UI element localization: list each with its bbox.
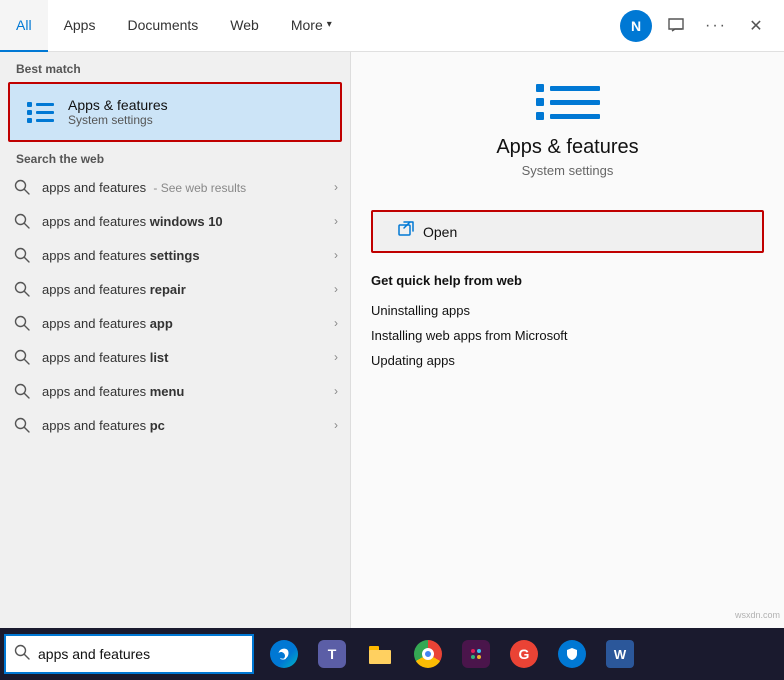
open-button[interactable]: Open (371, 210, 764, 253)
list-item[interactable]: apps and features windows 10 › (0, 204, 350, 238)
chevron-right-icon: › (334, 384, 338, 398)
taskbar-gmail-icon[interactable]: G (502, 632, 546, 676)
taskbar-vpn-icon[interactable] (550, 632, 594, 676)
taskbar-icons: T G (254, 632, 784, 676)
chevron-right-icon: › (334, 214, 338, 228)
tab-web[interactable]: Web (214, 0, 275, 52)
chevron-right-icon: › (334, 316, 338, 330)
feedback-icon[interactable] (660, 10, 692, 42)
taskbar-slack-icon[interactable] (454, 632, 498, 676)
chevron-right-icon: › (334, 282, 338, 296)
web-result-text: apps and features windows 10 (42, 214, 330, 229)
list-item[interactable]: apps and features pc › (0, 408, 350, 442)
taskbar-teams-icon[interactable]: T (310, 632, 354, 676)
chevron-right-icon: › (334, 350, 338, 364)
taskbar-search-icon (14, 644, 30, 665)
best-match-subtitle: System settings (68, 113, 168, 127)
taskbar-files-icon[interactable] (358, 632, 402, 676)
list-item[interactable]: apps and features app › (0, 306, 350, 340)
apps-features-large-icon (536, 84, 600, 120)
right-panel-title: Apps & features (496, 136, 638, 159)
web-result-text: apps and features settings (42, 248, 330, 263)
quick-help-link-updating[interactable]: Updating apps (371, 348, 764, 373)
apps-features-icon (22, 94, 58, 130)
nav-right-controls: N ··· ✕ (620, 10, 784, 42)
taskbar-word-icon[interactable]: W (598, 632, 642, 676)
web-result-text: apps and features pc (42, 418, 330, 433)
list-item[interactable]: apps and features list › (0, 340, 350, 374)
chevron-right-icon: › (334, 180, 338, 194)
search-web-label: Search the web (0, 142, 350, 170)
tab-all[interactable]: All (0, 0, 48, 52)
list-item[interactable]: apps and features repair › (0, 272, 350, 306)
best-match-text: Apps & features System settings (68, 97, 168, 127)
search-icon (12, 245, 32, 265)
list-item[interactable]: apps and features - See web results › (0, 170, 350, 204)
watermark: wsxdn.com (735, 610, 780, 620)
search-icon (12, 415, 32, 435)
left-panel: Best match (0, 52, 350, 628)
list-item[interactable]: apps and features settings › (0, 238, 350, 272)
tab-more[interactable]: More ▾ (275, 0, 348, 52)
user-avatar[interactable]: N (620, 10, 652, 42)
search-panel: All Apps Documents Web More ▾ N (0, 0, 784, 628)
search-icon (12, 177, 32, 197)
chevron-right-icon: › (334, 418, 338, 432)
search-icon (12, 347, 32, 367)
taskbar: apps and features T (0, 628, 784, 680)
tab-apps[interactable]: Apps (48, 0, 112, 52)
right-panel: Apps & features System settings Open Get… (350, 52, 784, 628)
web-result-text: apps and features - See web results (42, 180, 330, 195)
taskbar-search-input[interactable]: apps and features (38, 646, 244, 662)
web-result-text: apps and features app (42, 316, 330, 331)
web-result-text: apps and features repair (42, 282, 330, 297)
nav-bar: All Apps Documents Web More ▾ N (0, 0, 784, 52)
taskbar-search-box[interactable]: apps and features (4, 634, 254, 674)
open-window-icon (397, 220, 415, 243)
more-options-icon[interactable]: ··· (700, 10, 732, 42)
best-match-item[interactable]: Apps & features System settings (8, 82, 342, 142)
open-button-label: Open (423, 224, 457, 240)
right-panel-subtitle: System settings (522, 163, 614, 178)
search-icon (12, 211, 32, 231)
web-result-text: apps and features menu (42, 384, 330, 399)
search-icon (12, 279, 32, 299)
best-match-label: Best match (0, 52, 350, 82)
taskbar-edge-icon[interactable] (262, 632, 306, 676)
tab-documents[interactable]: Documents (111, 0, 214, 52)
search-icon (12, 313, 32, 333)
more-chevron-icon: ▾ (327, 19, 332, 30)
web-result-text: apps and features list (42, 350, 330, 365)
quick-help-link-uninstall[interactable]: Uninstalling apps (371, 298, 764, 323)
search-icon (12, 381, 32, 401)
list-item[interactable]: apps and features menu › (0, 374, 350, 408)
close-icon[interactable]: ✕ (740, 10, 772, 42)
quick-help-link-install-web[interactable]: Installing web apps from Microsoft (371, 323, 764, 348)
quick-help-section: Get quick help from web Uninstalling app… (351, 253, 784, 373)
taskbar-chrome-icon[interactable] (406, 632, 450, 676)
right-top: Apps & features System settings (351, 52, 784, 210)
chevron-right-icon: › (334, 248, 338, 262)
quick-help-title: Get quick help from web (371, 273, 764, 288)
best-match-title: Apps & features (68, 97, 168, 113)
content-area: Best match (0, 52, 784, 628)
